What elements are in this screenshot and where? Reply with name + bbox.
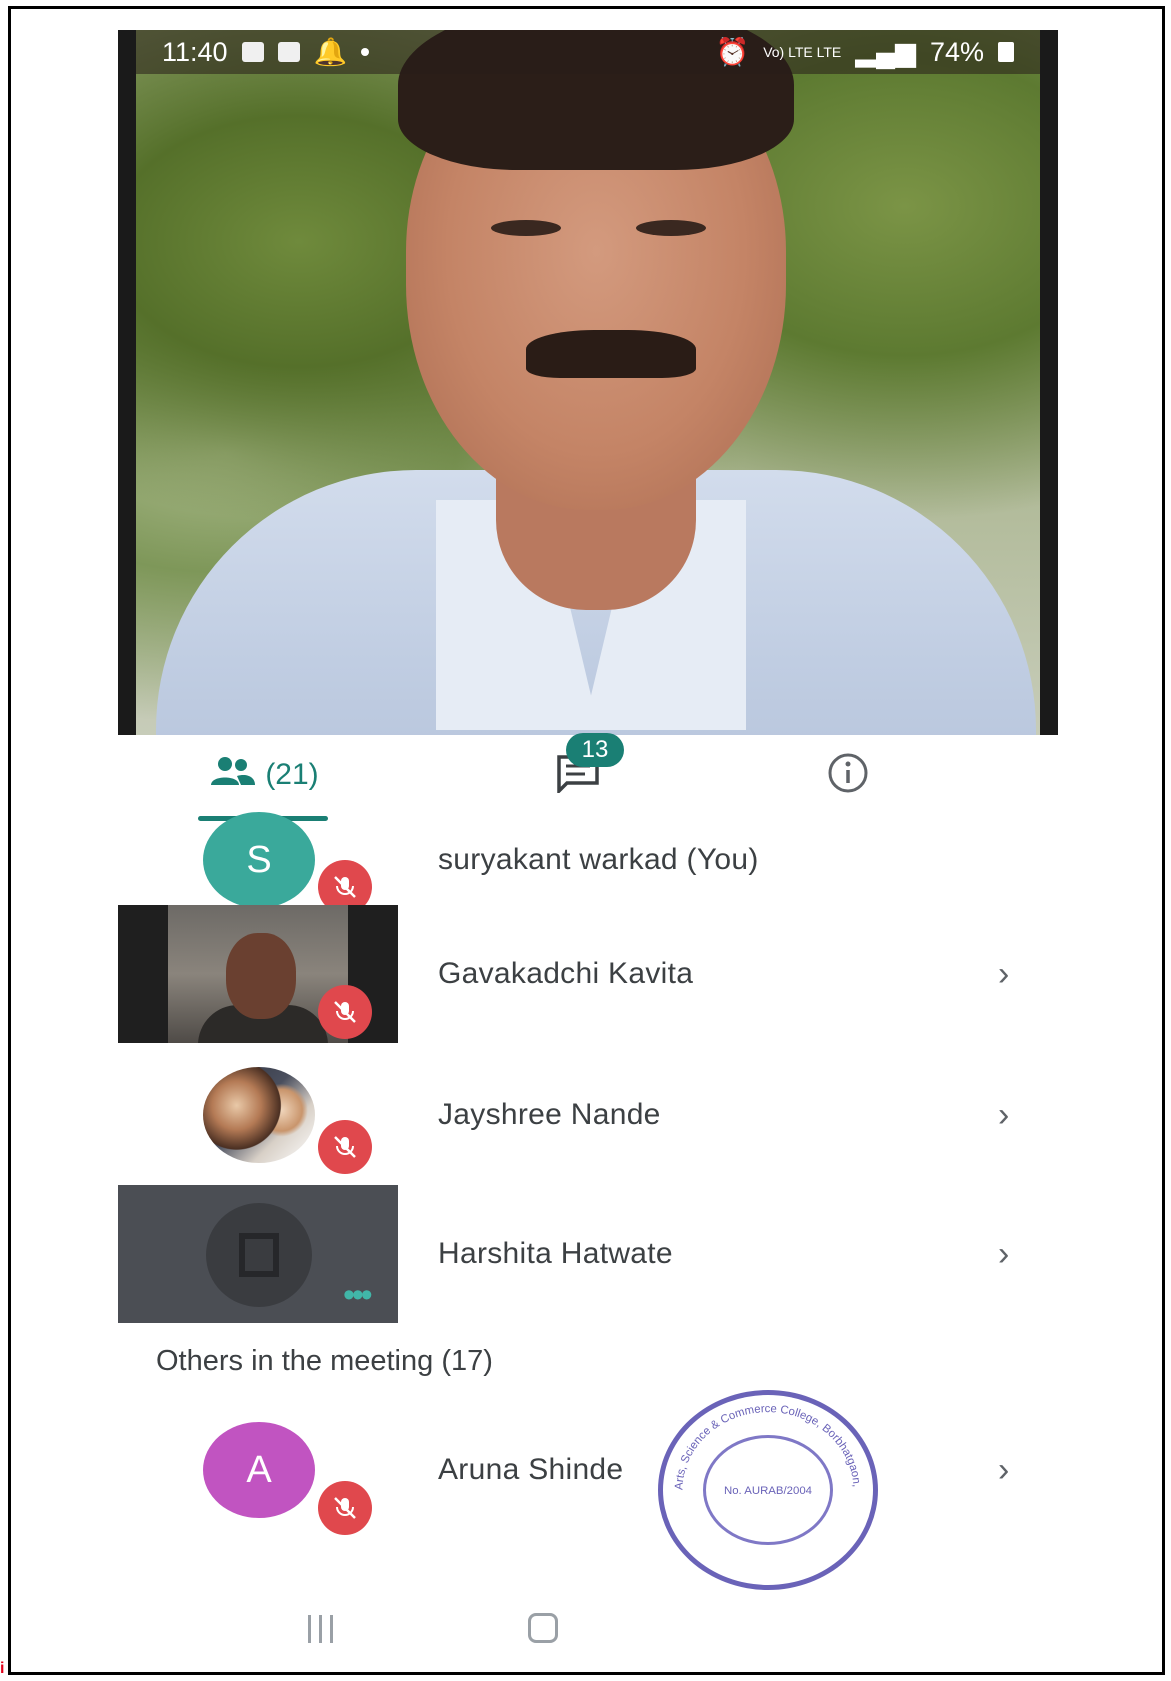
system-navigation-bar <box>118 1605 1058 1665</box>
status-bar: 11:40 🔔 ⏰ Vo) LTE LTE ▂▄▆ 74% <box>136 30 1040 74</box>
chevron-right-icon[interactable]: › <box>998 1050 1009 1180</box>
participant-row[interactable]: ••• Harshita Hatwate › <box>118 1185 1058 1323</box>
participant-name: Aruna Shinde <box>438 1453 624 1486</box>
participant-row[interactable]: Gavakadchi Kavita › <box>118 905 1058 1043</box>
chevron-right-icon[interactable]: › <box>998 1405 1009 1535</box>
video-person-eye <box>636 220 706 236</box>
alarm-icon: ⏰ <box>715 37 750 67</box>
participant-video-thumbnail: ••• <box>118 1185 398 1323</box>
others-section-title: Others in the meeting (17) <box>156 1345 493 1377</box>
avatar: S <box>203 812 315 908</box>
chevron-right-icon[interactable]: › <box>998 1185 1009 1323</box>
phone-screen: 11:40 🔔 ⏰ Vo) LTE LTE ▂▄▆ 74% (21) 13 S … <box>118 30 1058 1670</box>
participant-name: Jayshree Nande <box>438 1098 661 1131</box>
participant-row[interactable]: A Aruna Shinde › <box>118 1405 1058 1535</box>
battery-percent: 74% <box>929 36 984 67</box>
people-icon <box>207 755 257 795</box>
mic-off-icon <box>318 985 372 1039</box>
video-person-eye <box>491 220 561 236</box>
gallery-icon <box>241 42 264 62</box>
video-person-mustache <box>526 330 696 378</box>
corner-mark: i <box>0 1660 5 1677</box>
college-seal-stamp: Arts, Science & Commerce College, Borbha… <box>658 1390 878 1590</box>
participant-logo-icon <box>239 1233 279 1277</box>
participant-photo-avatar <box>203 1067 315 1163</box>
participant-name: Gavakadchi Kavita <box>438 957 694 990</box>
seal-center-text: No. AURAB/2004 <box>724 1485 812 1497</box>
info-icon <box>826 751 870 800</box>
mic-off-icon <box>318 1120 372 1174</box>
network-type: Vo) LTE LTE <box>763 44 842 60</box>
participant-row[interactable]: Jayshree Nande › <box>118 1050 1058 1180</box>
main-video[interactable]: 11:40 🔔 ⏰ Vo) LTE LTE ▂▄▆ 74% <box>118 30 1058 735</box>
chat-unread-badge: 13 <box>566 733 624 767</box>
signal-icon: ▂▄▆ <box>855 36 916 67</box>
mic-off-icon <box>318 1481 372 1535</box>
participant-name: Harshita Hatwate <box>438 1237 673 1270</box>
seal-outer-text: Arts, Science & Commerce College, Borbha… <box>663 1395 863 1490</box>
notification-bell-icon: 🔔 <box>313 37 348 67</box>
notification-dot-icon <box>361 48 370 56</box>
recents-button[interactable] <box>308 1615 333 1643</box>
svg-text:Arts, Science & Commerce Colle: Arts, Science & Commerce College, Borbha… <box>663 1395 863 1490</box>
home-button[interactable] <box>528 1613 558 1643</box>
avatar: A <box>203 1422 315 1518</box>
chevron-right-icon[interactable]: › <box>998 905 1009 1043</box>
message-icon <box>277 42 300 62</box>
battery-icon <box>998 42 1014 62</box>
main-video-feed <box>136 30 1040 735</box>
more-dots-icon: ••• <box>343 1276 373 1314</box>
people-count: (21) <box>265 758 319 791</box>
status-time: 11:40 <box>162 36 228 67</box>
